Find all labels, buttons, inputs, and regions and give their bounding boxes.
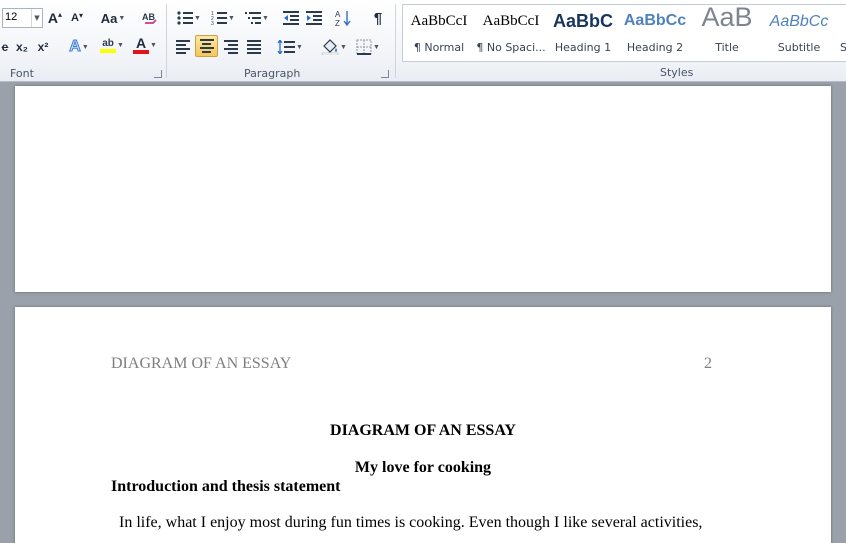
document-page-1[interactable] xyxy=(15,86,831,292)
justify-icon xyxy=(247,40,261,54)
body-paragraph-line: In life, what I enjoy most during fun ti… xyxy=(119,514,703,531)
svg-text:AB: AB xyxy=(142,12,155,22)
align-left-icon xyxy=(176,40,190,54)
align-left-button[interactable] xyxy=(173,36,193,58)
decrease-indent-button[interactable] xyxy=(281,7,301,29)
style-partial[interactable]: S xyxy=(835,5,846,61)
chevron-down-icon: ▼ xyxy=(262,14,269,22)
numbering-icon: 1 2 3 xyxy=(211,11,228,25)
page-header-title: DIAGRAM OF AN ESSAY xyxy=(111,355,292,372)
chevron-down-icon[interactable]: ▼ xyxy=(31,9,42,27)
chevron-down-icon: ▼ xyxy=(340,43,347,51)
sort-icon: A Z xyxy=(335,10,351,27)
paragraph-group-label: Paragraph xyxy=(244,67,301,80)
chevron-down-icon: ▼ xyxy=(81,43,89,51)
font-size-value: 12 xyxy=(5,11,18,23)
chevron-down-icon: ▼ xyxy=(194,14,201,22)
svg-text:Z: Z xyxy=(335,19,340,27)
chevron-down-icon: ▼ xyxy=(373,43,380,51)
style-no-spacing[interactable]: AaBbCcI ¶ No Spaci... xyxy=(475,5,547,61)
svg-text:A: A xyxy=(335,10,341,19)
ribbon: 12 ▼ A ▴ A ▾ Aa ▼ AB e x₂ x² A ▼ ab ▼ A … xyxy=(0,0,846,82)
bullets-icon xyxy=(177,11,194,25)
paragraph-group: ▼ 1 2 3 ▼ ▼ A Z ¶ ▼ ▼ ▼ Paragraph xyxy=(167,0,394,82)
clear-formatting-icon: AB xyxy=(142,12,157,24)
grow-font-button[interactable]: A ▴ xyxy=(46,7,64,29)
line-spacing-button[interactable]: ▼ xyxy=(275,36,305,58)
superscript-button[interactable]: x² xyxy=(34,36,52,58)
decrease-indent-icon xyxy=(283,11,299,25)
styles-gallery: AaBbCcI ¶ Normal AaBbCcI ¶ No Spaci... A… xyxy=(402,2,846,62)
chevron-down-icon: ▼ xyxy=(228,14,235,22)
document-subtitle: My love for cooking xyxy=(354,459,492,476)
multilevel-list-icon xyxy=(245,12,262,24)
style-subtitle[interactable]: AaBbCc Subtitle xyxy=(763,5,835,61)
font-color-swatch xyxy=(133,50,150,54)
change-case-button[interactable]: Aa ▼ xyxy=(100,7,126,29)
numbering-button[interactable]: 1 2 3 ▼ xyxy=(209,7,237,29)
chevron-down-icon: ▼ xyxy=(118,14,126,22)
paragraph-dialog-launcher[interactable] xyxy=(381,70,389,78)
document-page-2[interactable]: DIAGRAM OF AN ESSAY 2 DIAGRAM OF AN ESSA… xyxy=(15,307,831,543)
increase-indent-icon xyxy=(306,11,322,25)
style-title[interactable]: AaB Title xyxy=(691,2,763,61)
chevron-down-icon: ▼ xyxy=(117,41,124,49)
highlight-button[interactable]: ab ▼ xyxy=(96,34,128,56)
align-center-button[interactable] xyxy=(195,35,218,57)
justify-button[interactable] xyxy=(244,36,264,58)
shading-button[interactable]: ▼ xyxy=(319,36,349,58)
shrink-font-button[interactable]: A ▾ xyxy=(68,7,86,29)
increase-indent-button[interactable] xyxy=(304,7,324,29)
style-normal[interactable]: AaBbCcI ¶ Normal xyxy=(403,5,475,61)
strikethrough-button[interactable]: e xyxy=(0,36,10,58)
align-center-icon xyxy=(199,39,214,53)
chevron-down-icon: ▼ xyxy=(150,41,157,49)
style-heading-1[interactable]: AaBbC Heading 1 xyxy=(547,5,619,61)
section-heading: Introduction and thesis statement xyxy=(111,478,341,495)
styles-group-label: Styles xyxy=(660,66,694,79)
subscript-button[interactable]: x₂ xyxy=(13,36,31,58)
chevron-down-icon: ▼ xyxy=(296,43,303,51)
paint-bucket-icon xyxy=(321,39,339,55)
font-group: 12 ▼ A ▴ A ▾ Aa ▼ AB e x₂ x² A ▼ ab ▼ A … xyxy=(0,0,166,82)
group-separator xyxy=(395,4,396,78)
highlight-color-swatch xyxy=(100,48,117,53)
align-right-icon xyxy=(224,40,238,54)
page-number: 2 xyxy=(704,355,712,372)
bullets-button[interactable]: ▼ xyxy=(175,7,203,29)
line-spacing-icon xyxy=(277,40,296,54)
svg-text:3: 3 xyxy=(211,21,214,25)
sort-button[interactable]: A Z xyxy=(333,7,353,29)
align-right-button[interactable] xyxy=(221,36,241,58)
font-dialog-launcher[interactable] xyxy=(154,70,162,78)
font-color-button[interactable]: A ▼ xyxy=(130,34,160,56)
borders-button[interactable]: ▼ xyxy=(353,36,383,58)
show-hide-marks-button[interactable]: ¶ xyxy=(369,7,387,29)
pilcrow-icon: ¶ xyxy=(373,9,383,27)
borders-icon xyxy=(356,39,372,55)
font-group-label: Font xyxy=(10,67,34,80)
style-heading-2[interactable]: AaBbCc Heading 2 xyxy=(619,5,691,61)
multilevel-list-button[interactable]: ▼ xyxy=(243,7,271,29)
clear-formatting-button[interactable]: AB xyxy=(140,7,160,29)
text-effects-button[interactable]: A ▼ xyxy=(66,36,92,58)
document-title: DIAGRAM OF AN ESSAY xyxy=(330,422,516,439)
font-size-box[interactable]: 12 ▼ xyxy=(2,8,43,28)
